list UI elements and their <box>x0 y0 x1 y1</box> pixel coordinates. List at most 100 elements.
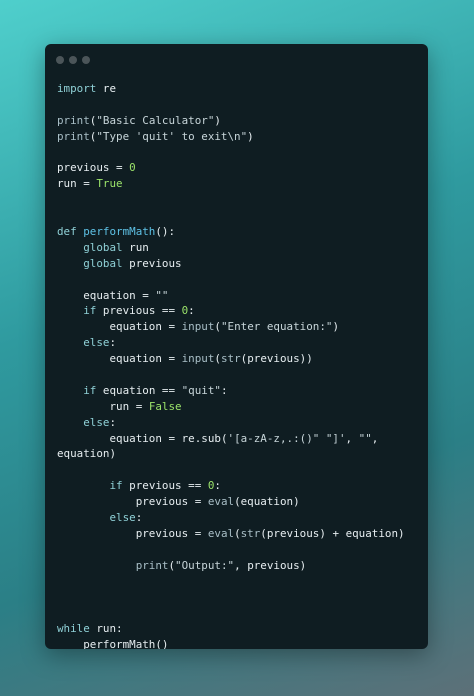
code-token: False <box>148 399 182 413</box>
code-token: else <box>109 511 136 525</box>
code-token: def <box>57 225 77 239</box>
code-line: def performMath(): <box>57 224 405 240</box>
code-token: () <box>155 638 169 649</box>
code-line: import re <box>57 81 405 97</box>
code-token: = <box>135 288 156 302</box>
code-token: performMath <box>83 638 156 649</box>
window-controls <box>56 56 90 64</box>
code-token: previous <box>266 526 320 540</box>
code-token: = <box>161 431 182 445</box>
code-line: else: <box>57 335 405 351</box>
code-line: run = True <box>57 176 405 192</box>
maximize-dot-icon[interactable] <box>82 56 90 64</box>
code-token: eval <box>207 526 235 540</box>
code-line: run = False <box>57 399 405 415</box>
code-token: equation <box>57 447 110 461</box>
code-token: ) + <box>319 526 346 540</box>
code-token: str <box>220 352 241 366</box>
code-token: : <box>116 622 123 636</box>
code-window: import re print("Basic Calculator") print… <box>45 44 428 649</box>
code-token: ) <box>247 129 254 143</box>
code-line: print("Basic Calculator") <box>57 113 405 129</box>
code-token: == <box>181 479 208 493</box>
code-token: , <box>234 558 248 572</box>
code-token: ) <box>293 495 300 509</box>
code-token: else <box>83 336 110 350</box>
code-line: print("Output:", previous) <box>57 558 405 574</box>
code-line: equation = re.sub('[a-zA-z,.:()" "]', ""… <box>57 431 405 447</box>
code-line: equation) <box>57 446 405 462</box>
code-line: previous = eval(equation) <box>57 494 405 510</box>
code-token: "quit" <box>181 383 221 397</box>
code-token: global <box>83 240 123 254</box>
code-token: == <box>155 383 182 397</box>
code-token: equation <box>109 431 162 445</box>
code-token: input <box>181 320 215 334</box>
code-token: equation <box>109 352 162 366</box>
code-token: (): <box>155 225 176 239</box>
minimize-dot-icon[interactable] <box>69 56 77 64</box>
code-token: = <box>109 161 130 175</box>
code-token: ) <box>299 558 307 572</box>
code-line: else: <box>57 415 405 431</box>
code-token: = <box>76 177 97 191</box>
code-token: previous <box>96 304 156 318</box>
code-token: global <box>83 256 123 270</box>
code-token: print <box>57 113 90 127</box>
code-token: run <box>89 622 117 636</box>
code-token: True <box>96 177 123 191</box>
code-token: if <box>83 304 97 318</box>
code-token: : <box>214 479 221 493</box>
code-token: eval <box>207 495 235 509</box>
code-line: while run: <box>57 621 405 637</box>
code-token: previous <box>247 352 300 366</box>
code-token: if <box>109 479 123 493</box>
code-line: global previous <box>57 256 405 272</box>
code-token: previous <box>135 526 189 540</box>
code-token: 0 <box>129 161 136 175</box>
code-token: ) <box>398 526 405 540</box>
code-line: if equation == "quit": <box>57 383 405 399</box>
code-token: equation <box>109 320 162 334</box>
code-line: if previous == 0: <box>57 303 405 319</box>
code-token: equation <box>96 383 156 397</box>
code-token: re.sub <box>181 431 221 445</box>
code-token: run <box>57 177 77 191</box>
code-line: equation = input("Enter equation:") <box>57 319 405 335</box>
code-token: equation <box>83 288 136 302</box>
code-token: = <box>188 495 208 509</box>
code-token: = <box>188 526 208 540</box>
code-token: "" <box>155 288 169 302</box>
code-line: previous = eval(str(previous) + equation… <box>57 526 405 542</box>
close-dot-icon[interactable] <box>56 56 64 64</box>
code-token: '[a-zA-z,.:()" "]' <box>227 431 346 445</box>
code-token: previous <box>247 558 300 572</box>
code-token: : <box>135 511 143 525</box>
code-token: == <box>155 304 182 318</box>
code-token: ) <box>332 320 339 334</box>
code-block[interactable]: import re print("Basic Calculator") print… <box>57 81 405 649</box>
code-token: "Output:" <box>175 558 235 572</box>
